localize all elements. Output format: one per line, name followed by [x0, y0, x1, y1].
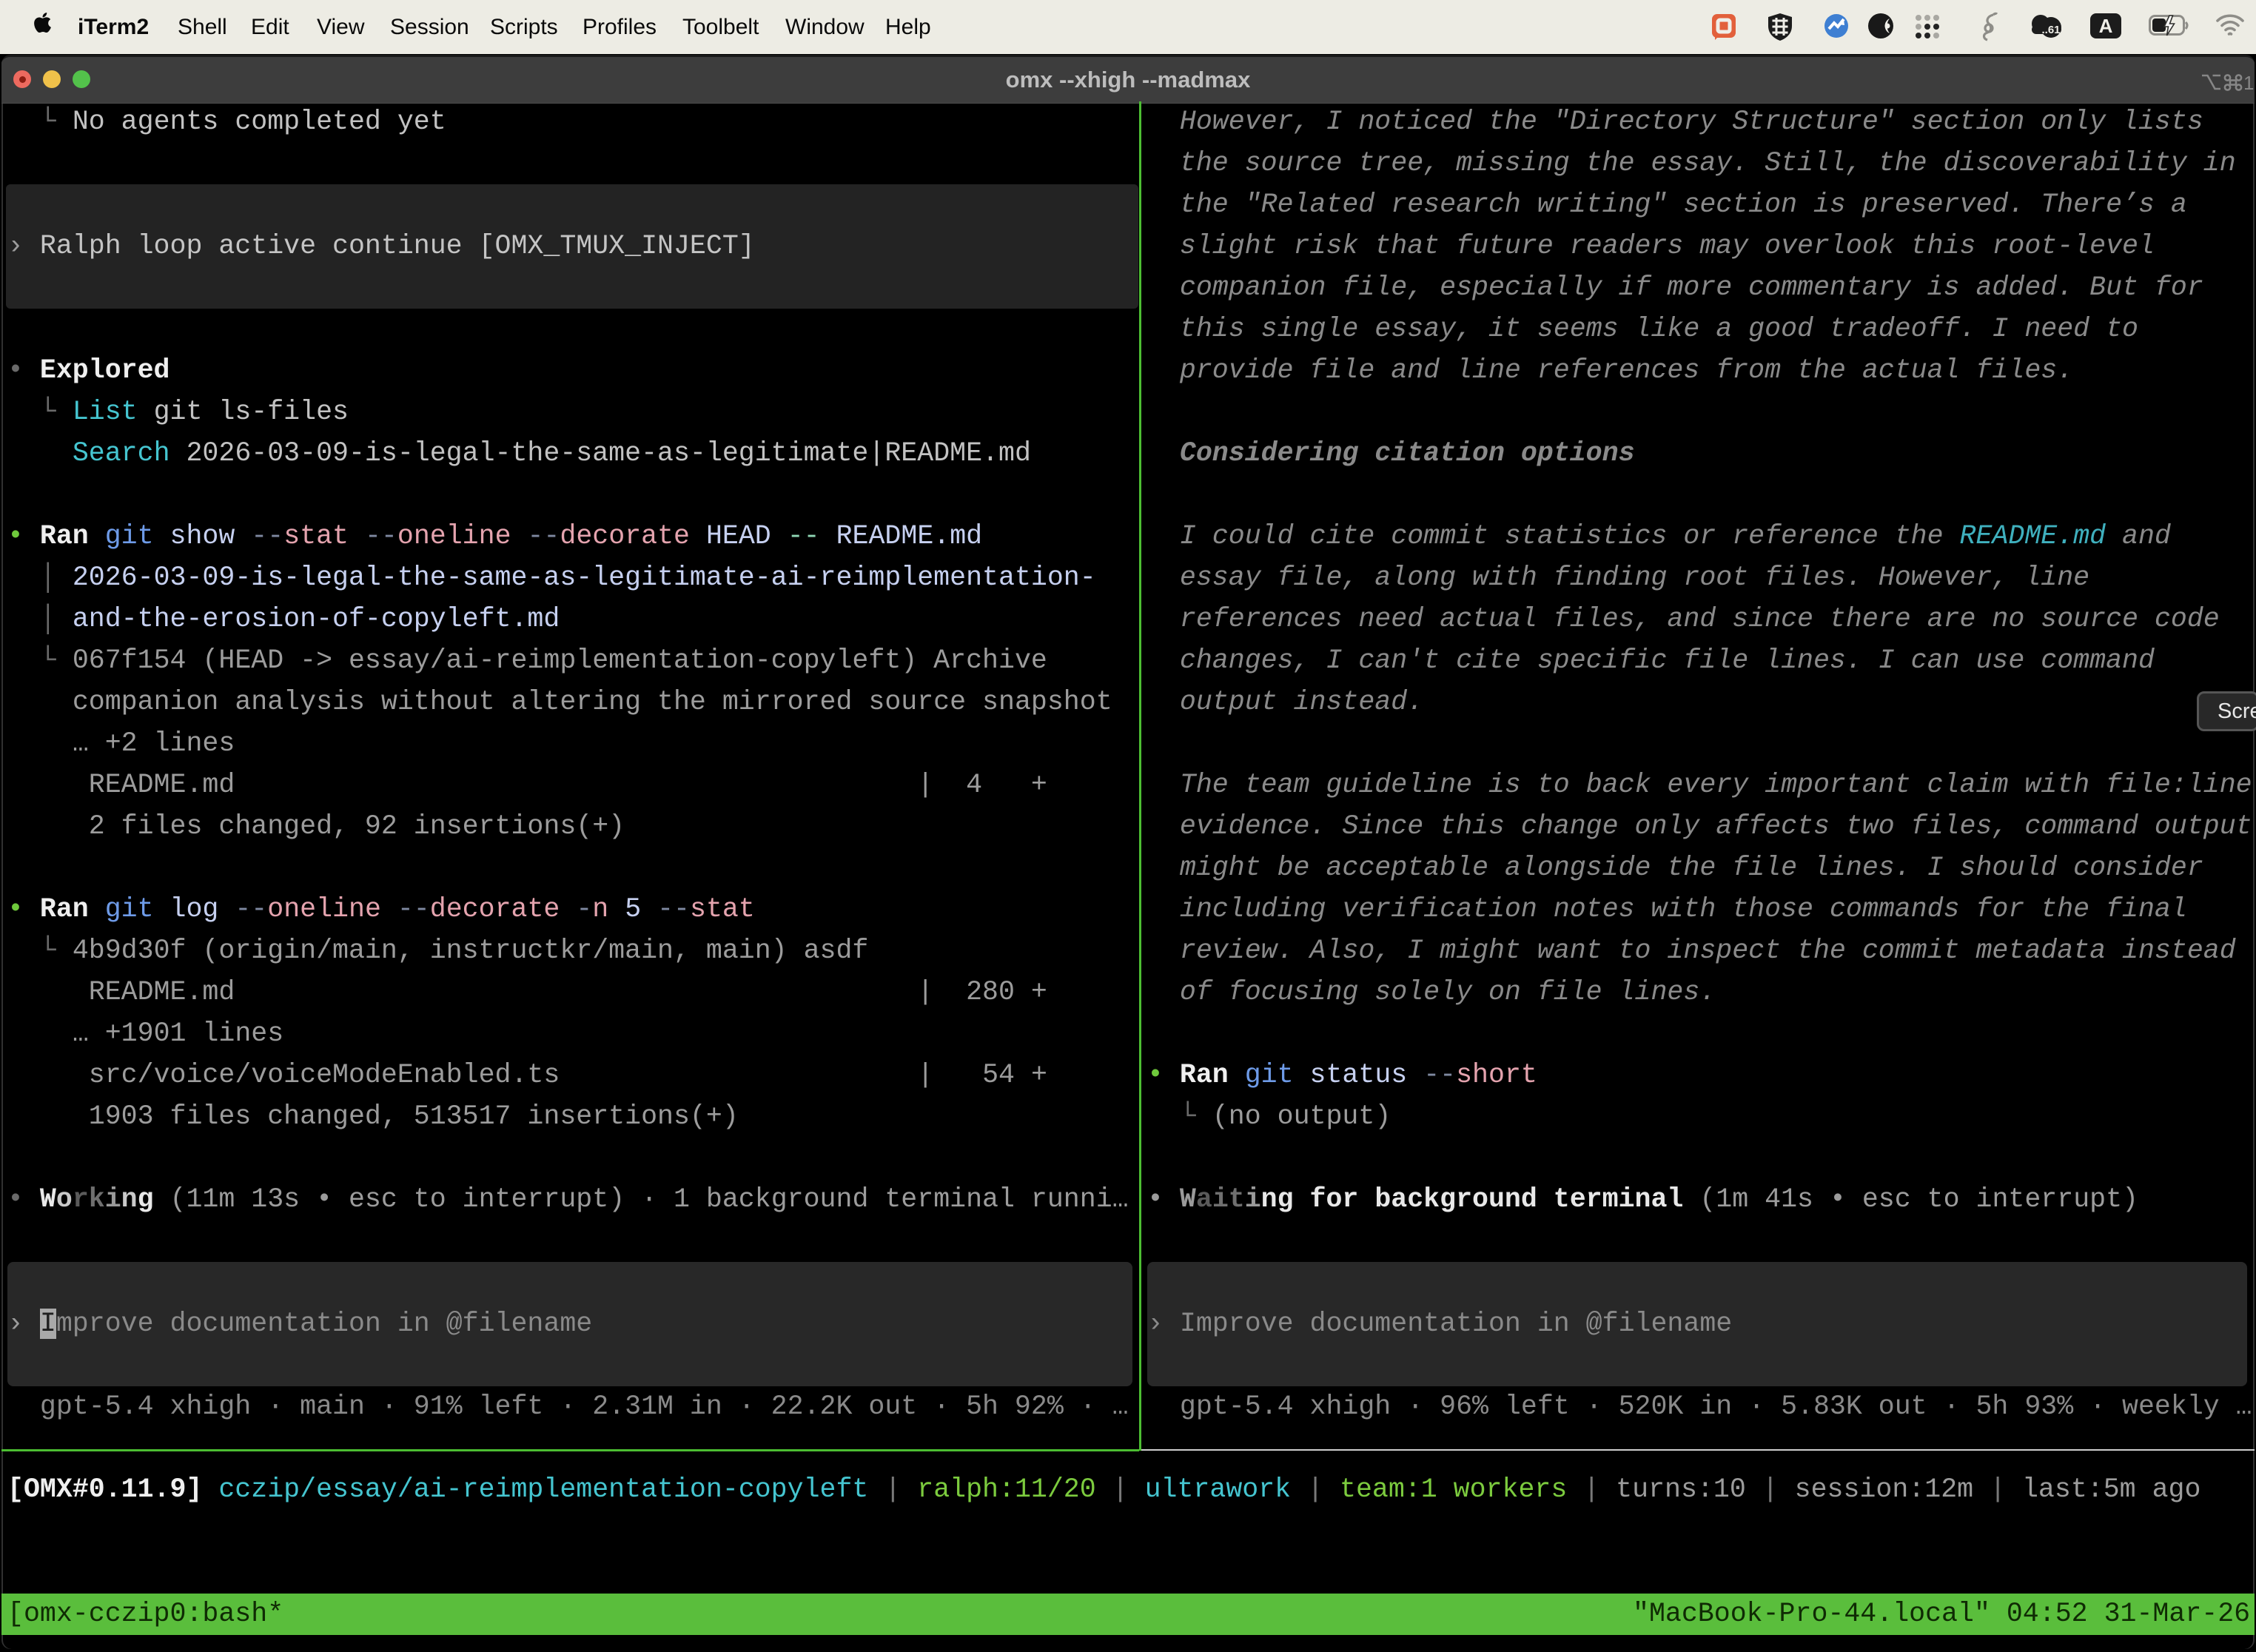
svg-text:A: A — [2099, 15, 2113, 37]
svg-text:1: 1 — [2243, 72, 2254, 94]
svg-text:..61: ..61 — [2041, 24, 2060, 36]
